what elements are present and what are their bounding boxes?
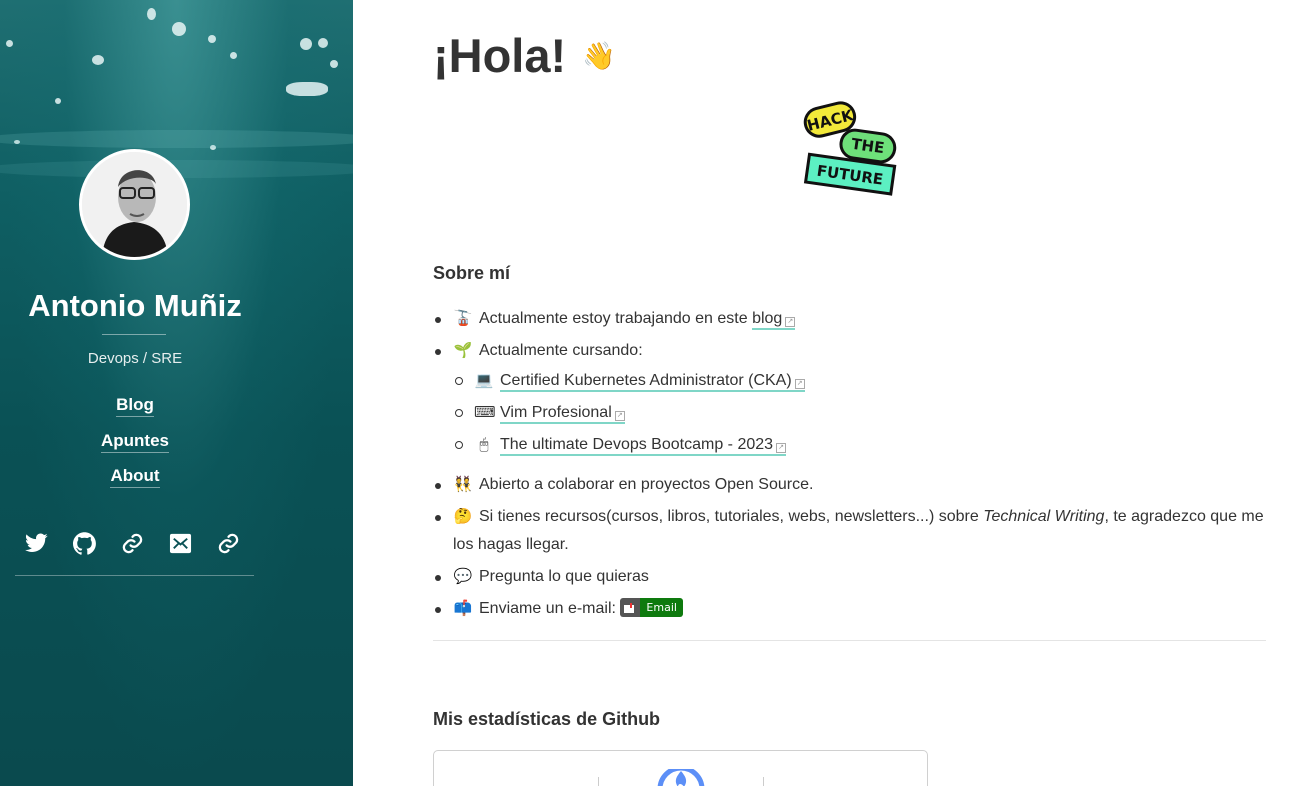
mailbox-icon: 📫 — [453, 600, 473, 617]
link-text: The ultimate Devops Bootcamp - 2023 — [500, 436, 774, 453]
external-link-icon: ↗ — [785, 317, 796, 327]
thinking-face-icon: 🤔 — [453, 508, 473, 525]
sidebar-nav: Blog Apuntes About — [0, 392, 270, 499]
nav-label: About — [110, 466, 160, 488]
author-role: Devops / SRE — [87, 350, 183, 367]
speech-bubble-icon: 💬 — [453, 568, 473, 585]
nav-link-about[interactable]: About — [0, 463, 270, 499]
badge-label: Email — [640, 598, 683, 618]
seedling-icon: 🌱 — [453, 342, 473, 359]
github-stats-card — [433, 750, 928, 786]
bubble — [147, 8, 156, 20]
list-item: 👯 Abierto a colaborar en proyectos Open S… — [433, 471, 1266, 499]
item-emphasis: Technical Writing — [983, 508, 1105, 525]
link-icon[interactable] — [120, 531, 144, 555]
link-text: Certified Kubernetes Administrator (CKA) — [500, 372, 792, 389]
people-icon: 👯 — [453, 476, 473, 493]
course-link-vim[interactable]: Vim Profesional ↗ — [500, 404, 625, 424]
list-item: 💻 Certified Kubernetes Administrator (CKA… — [453, 367, 1266, 395]
list-item: 🖱 The ultimate Devops Bootcamp - 2023 ↗ — [453, 431, 1266, 459]
course-link-cka[interactable]: Certified Kubernetes Administrator (CKA)… — [500, 372, 805, 392]
external-link-icon: ↗ — [614, 411, 625, 421]
about-heading: Sobre mí — [433, 263, 511, 283]
bubble — [55, 98, 61, 104]
nav-link-blog[interactable]: Blog — [0, 392, 270, 428]
streak-fire-icon — [657, 769, 705, 786]
link-text: Vim Profesional — [500, 404, 612, 421]
link-icon[interactable] — [216, 531, 240, 555]
bubble — [300, 38, 312, 50]
bubble — [318, 38, 328, 48]
nav-label: Apuntes — [101, 430, 169, 453]
twitter-icon[interactable] — [24, 531, 48, 555]
sidebar: Antonio Muñiz Devops / SRE Blog Apuntes … — [0, 0, 353, 786]
divider — [598, 777, 599, 786]
list-item: 🤔 Si tienes recursos(cursos, libros, tuto… — [433, 503, 1266, 559]
mailbox-icon — [620, 598, 641, 618]
list-item: ⌨ Vim Profesional ↗ — [453, 399, 1266, 427]
page-title: ¡Hola! 👋 — [433, 28, 616, 83]
github-icon[interactable] — [72, 531, 96, 555]
item-text: Si tienes recursos(cursos, libros, tutor… — [479, 508, 979, 525]
about-list: 🚡 Actualmente estoy trabajando en este bl… — [433, 305, 1266, 627]
blog-link[interactable]: blog ↗ — [752, 310, 796, 330]
author-name: Antonio Muñiz — [28, 288, 242, 323]
nav-label: Blog — [116, 395, 154, 417]
keyboard-icon: ⌨ — [474, 404, 496, 421]
bubble — [286, 82, 328, 96]
course-link-devops-bootcamp[interactable]: The ultimate Devops Bootcamp - 2023 ↗ — [500, 436, 787, 456]
aerial-tramway-icon: 🚡 — [453, 310, 473, 327]
github-stats-heading: Mis estadísticas de Github — [433, 709, 661, 729]
list-item: 📫 Enviame un e-mail: Email — [433, 595, 1266, 623]
water-surface — [0, 130, 353, 148]
bubble — [6, 40, 13, 47]
item-text: Actualmente cursando: — [479, 342, 643, 359]
nav-link-apuntes[interactable]: Apuntes — [0, 428, 270, 464]
divider — [433, 640, 1266, 641]
list-item: 🌱 Actualmente cursando: 💻 Certified Kubern… — [433, 337, 1266, 459]
external-link-icon: ↗ — [776, 443, 787, 453]
mouse-icon: 🖱 — [479, 436, 489, 453]
list-item: 💬 Pregunta lo que quieras — [433, 563, 1266, 591]
courses-list: 💻 Certified Kubernetes Administrator (CKA… — [453, 367, 1266, 459]
divider — [763, 777, 764, 786]
title-text: ¡Hola! — [433, 29, 567, 82]
item-text: Actualmente estoy trabajando en este — [479, 310, 748, 327]
external-link-icon: ↗ — [794, 379, 805, 389]
waving-hand-icon: 👋 — [582, 40, 616, 71]
item-text: Pregunta lo que quieras — [479, 568, 649, 585]
bubble — [330, 60, 338, 68]
bubble — [208, 35, 216, 43]
laptop-icon: 💻 — [474, 372, 494, 389]
bubble — [230, 52, 237, 59]
item-text: Abierto a colaborar en proyectos Open So… — [479, 476, 814, 493]
hack-the-future-logo[interactable]: HACK THE FUTURE — [803, 98, 899, 198]
divider — [15, 575, 254, 576]
avatar[interactable] — [79, 149, 190, 260]
link-text: blog — [752, 310, 783, 327]
divider — [102, 334, 166, 335]
list-item: 🚡 Actualmente estoy trabajando en este bl… — [433, 305, 1266, 333]
social-links — [24, 531, 240, 555]
email-badge[interactable]: Email — [620, 598, 683, 618]
item-text: Enviame un e-mail: — [479, 600, 616, 617]
bubble — [92, 55, 104, 65]
email-icon[interactable] — [168, 531, 192, 555]
bubble — [172, 22, 186, 36]
